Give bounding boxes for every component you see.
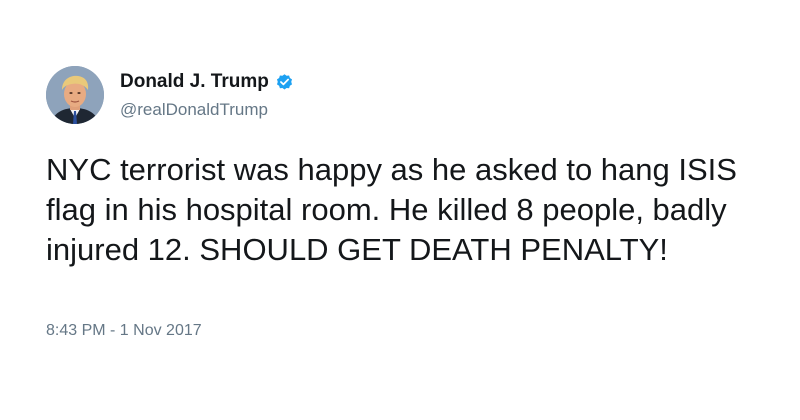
author-handle[interactable]: @realDonaldTrump: [120, 100, 268, 120]
tweet-card: Donald J. Trump @realDonaldTrump NYC ter…: [0, 0, 800, 420]
tweet-timestamp[interactable]: 8:43 PM - 1 Nov 2017: [46, 322, 202, 340]
author-name-row: Donald J. Trump: [120, 70, 294, 94]
profile-photo-icon: [46, 66, 104, 124]
tweet-text: NYC terrorist was happy as he asked to h…: [46, 152, 737, 267]
avatar[interactable]: [46, 66, 104, 124]
author-display-name[interactable]: Donald J. Trump: [120, 71, 269, 93]
verified-badge-icon: [275, 73, 294, 92]
